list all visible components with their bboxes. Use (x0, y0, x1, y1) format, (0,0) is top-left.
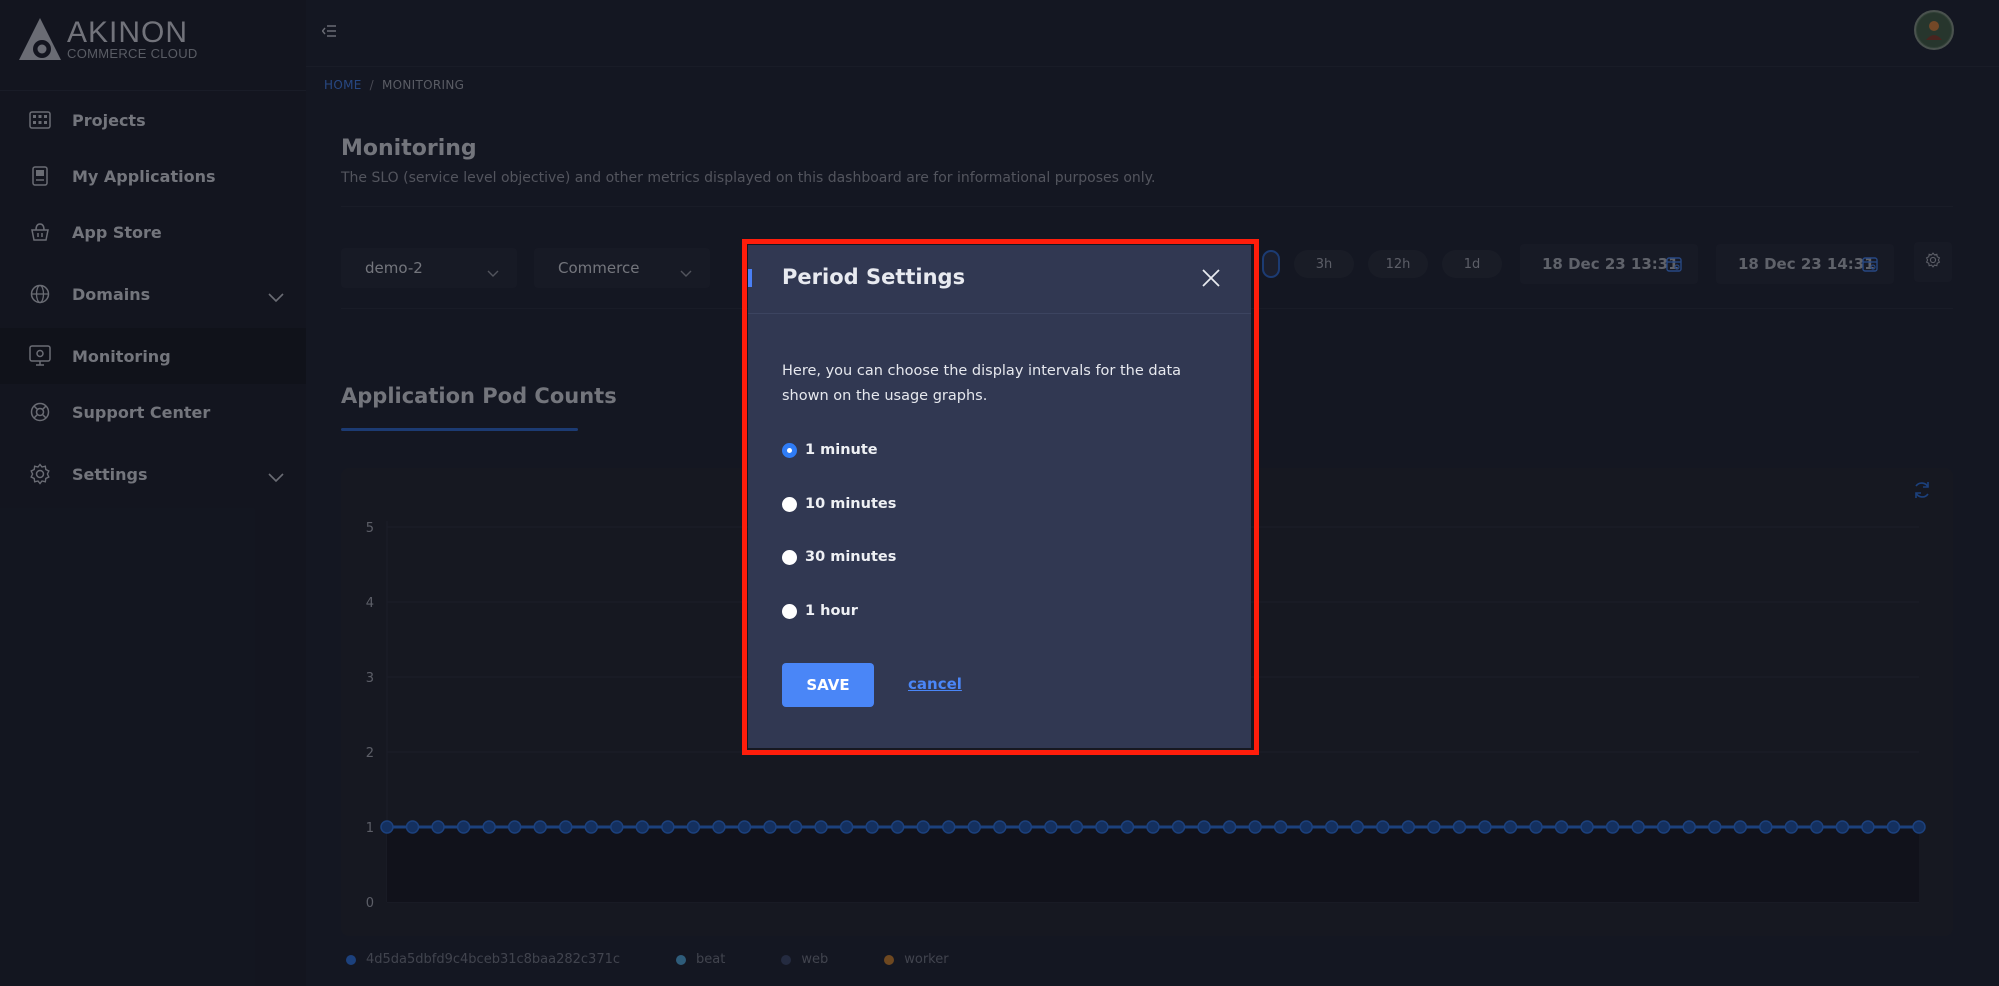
close-icon[interactable] (1200, 267, 1222, 289)
radio-button[interactable] (782, 549, 797, 565)
radio-label: 30 minutes (805, 549, 897, 565)
radio-option-1-minute[interactable]: 1 minute (782, 439, 878, 461)
save-button[interactable]: SAVE (782, 663, 874, 707)
radio-label: 1 minute (805, 442, 878, 458)
modal-divider (748, 313, 1251, 314)
radio-option-30-minutes[interactable]: 30 minutes (782, 546, 896, 568)
radio-option-10-minutes[interactable]: 10 minutes (782, 493, 896, 515)
radio-button[interactable] (782, 442, 797, 458)
radio-button[interactable] (782, 603, 797, 619)
period-settings-modal: Period Settings Here, you can choose the… (748, 245, 1251, 748)
radio-button[interactable] (782, 496, 797, 512)
radio-label: 10 minutes (805, 496, 897, 512)
modal-accent-bar (748, 269, 752, 287)
modal-title: Period Settings (782, 265, 966, 289)
radio-label: 1 hour (805, 603, 858, 619)
radio-option-1-hour[interactable]: 1 hour (782, 600, 858, 622)
cancel-link[interactable]: cancel (908, 675, 962, 693)
modal-description: Here, you can choose the display interva… (782, 363, 1182, 404)
